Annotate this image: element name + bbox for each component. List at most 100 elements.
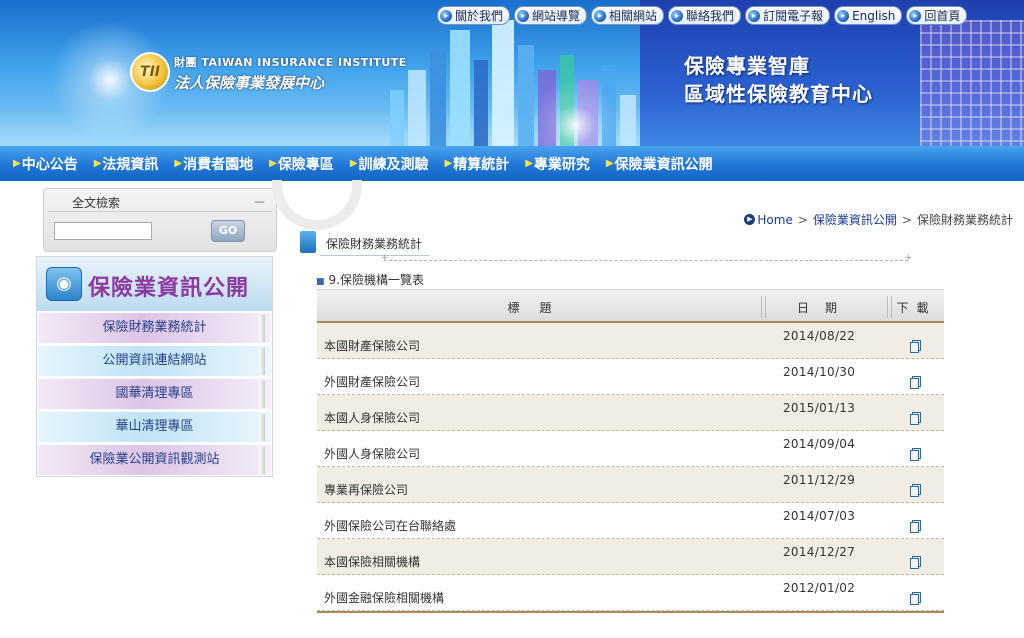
triangle-right-icon: ▶ [13,158,21,169]
toplink-label: 聯絡我們 [686,9,735,23]
slogan-line-2: 區域性保險教育中心 [684,82,873,106]
nav-label: 保險業資訊公開 [614,156,713,173]
row-title-link[interactable]: 本國保險相關機構 [324,553,420,570]
table-header: 標題 日期 下載 [317,289,944,323]
header-title: 標題 [507,301,572,315]
collapse-icon[interactable]: － [253,192,266,211]
subheading-text: 9.保險機構一覽表 [328,273,424,287]
nav-center-announcements[interactable]: ▶ 中心公告 [13,154,78,174]
nav-label: 消費者園地 [183,156,254,173]
toplink-about[interactable]: ▸ 關於我們 [437,6,511,25]
nav-label: 訓練及測驗 [358,156,429,173]
slogan-line-1: 保險專業智庫 [684,54,810,78]
sidebar-item-mops[interactable]: 保險業公開資訊觀測站 [38,444,271,475]
triangle-right-icon: ▶ [525,158,533,169]
row-title-link[interactable]: 外國保險公司在台聯絡處 [324,517,456,534]
watermark-swirl [272,180,362,230]
sidebar-title: 保險業資訊公開 [88,276,250,301]
table-row: 外國金融保險相關機構 2012/01/02 [317,575,944,611]
toplink-newsletter[interactable]: ▸ 訂閱電子報 [745,6,831,25]
dashed-divider: + + [381,253,912,263]
breadcrumb-separator: > [901,212,912,227]
sidebar-item-public-info-links[interactable]: 公開資訊連結網站 [38,345,271,376]
table-row: 外國保險公司在台聯絡處 2014/07/03 [317,503,944,539]
sidebar-header: ◉ 保險業資訊公開 [37,257,272,311]
table-row: 本國財產保險公司 2014/08/22 [317,323,944,359]
table-row: 專業再保險公司 2011/12/29 [317,467,944,503]
breadcrumb-info-disclosure[interactable]: 保險業資訊公開 [813,211,897,228]
sidebar-item-kuohua-liquidation[interactable]: 國華清理專區 [38,378,271,409]
search-go-button[interactable]: GO [211,220,245,242]
toplink-label: 訂閱電子報 [763,9,824,23]
nav-regulations[interactable]: ▶ 法規資訊 [94,154,159,174]
nav-training-testing[interactable]: ▶ 訓練及測驗 [350,154,429,174]
document-copy-icon[interactable] [910,376,921,389]
folder-icon: ◉ [46,267,82,301]
logo-mark-icon: TII [130,52,170,92]
row-date: 2014/10/30 [783,365,856,379]
nav-research[interactable]: ▶ 專業研究 [525,154,590,174]
banner-slogan: 保險專業智庫 區域性保險教育中心 [684,52,873,108]
divider [48,211,272,212]
document-copy-icon[interactable] [910,520,921,533]
table-row: 本國保險相關機構 2014/12/27 [317,539,944,575]
sidebar-item-huashan-liquidation[interactable]: 華山清理專區 [38,411,271,442]
arrow-circle-icon: ▸ [837,9,850,22]
document-copy-icon[interactable] [910,340,921,353]
main-nav: ▶ 中心公告 ▶ 法規資訊 ▶ 消費者園地 ▶ 保險專區 ▶ 訓練及測驗 ▶ 精算統計 ▶ 專… [0,146,1024,181]
logo-chinese-name: 法人保險事業發展中心 [174,74,325,92]
nav-actuarial-statistics[interactable]: ▶ 精算統計 [445,154,510,174]
document-copy-icon[interactable] [910,592,921,605]
search-title: 全文檢索 [72,196,121,210]
table-footer-rule [317,611,944,613]
top-links: ▸ 關於我們 ▸ 網站導覽 ▸ 相關網站 ▸ 聯絡我們 ▸ 訂閱電子報 ▸ English … [437,6,968,25]
table-row: 外國人身保險公司 2014/09/04 [317,431,944,467]
toplink-label: English [852,8,896,23]
row-title-link[interactable]: 外國金融保險相關機構 [324,589,444,606]
triangle-right-icon: ▶ [93,158,102,169]
document-copy-icon[interactable] [910,448,921,461]
triangle-right-icon: ▶ [605,158,614,169]
breadcrumb-separator: > [797,212,808,227]
header-download: 下載 [896,301,937,315]
square-bullet-icon: ■ [316,277,325,287]
site-logo[interactable]: TII 財團 TAIWAN INSURANCE INSTITUTE 法人保險事業… [130,50,406,96]
home-circle-icon: ▶ [744,214,756,225]
toplink-related-sites[interactable]: ▸ 相關網站 [591,6,665,25]
arrow-circle-icon: ▸ [594,9,607,22]
nav-label: 精算統計 [453,156,510,173]
sidebar-item-financial-statistics[interactable]: 保險財務業務統計 [38,312,271,343]
toplink-contact[interactable]: ▸ 聯絡我們 [668,6,742,25]
table-row: 本國人身保險公司 2015/01/13 [317,395,944,431]
triangle-right-icon: ▶ [174,158,183,169]
banner-grid-decoration [920,20,1024,146]
nav-label: 法規資訊 [102,156,159,173]
toplink-label: 回首頁 [924,9,961,23]
document-copy-icon[interactable] [910,412,921,425]
search-input[interactable] [54,222,152,240]
row-title-link[interactable]: 專業再保險公司 [324,481,408,498]
nav-info-disclosure[interactable]: ▶ 保險業資訊公開 [606,154,713,174]
toplink-english[interactable]: ▸ English [834,6,903,25]
row-date: 2011/12/29 [783,473,856,487]
toplink-home[interactable]: ▸ 回首頁 [906,6,968,25]
row-date: 2014/08/22 [783,329,856,343]
logo-english-name: 財團 TAIWAN INSURANCE INSTITUTE [174,56,407,69]
row-title-link[interactable]: 本國財產保險公司 [324,337,420,354]
document-copy-icon[interactable] [910,556,921,569]
table-row: 外國財產保險公司 2014/10/30 [317,359,944,395]
breadcrumb-home[interactable]: Home [757,213,792,227]
toplink-sitemap[interactable]: ▸ 網站導覽 [514,6,588,25]
row-title-link[interactable]: 外國財產保險公司 [324,373,420,390]
triangle-right-icon: ▶ [349,158,358,169]
arrow-circle-icon: ▸ [748,9,761,22]
nav-consumer-corner[interactable]: ▶ 消費者園地 [174,154,253,174]
plus-icon: + [381,253,389,263]
nav-insurance-zone[interactable]: ▶ 保險專區 [269,154,334,174]
row-date: 2014/12/27 [783,545,856,559]
fulltext-search-box: 全文檢索 － GO [43,188,277,252]
arrow-circle-icon: ▸ [909,9,922,22]
row-title-link[interactable]: 本國人身保險公司 [324,409,420,426]
document-copy-icon[interactable] [910,484,921,497]
row-title-link[interactable]: 外國人身保險公司 [324,445,420,462]
